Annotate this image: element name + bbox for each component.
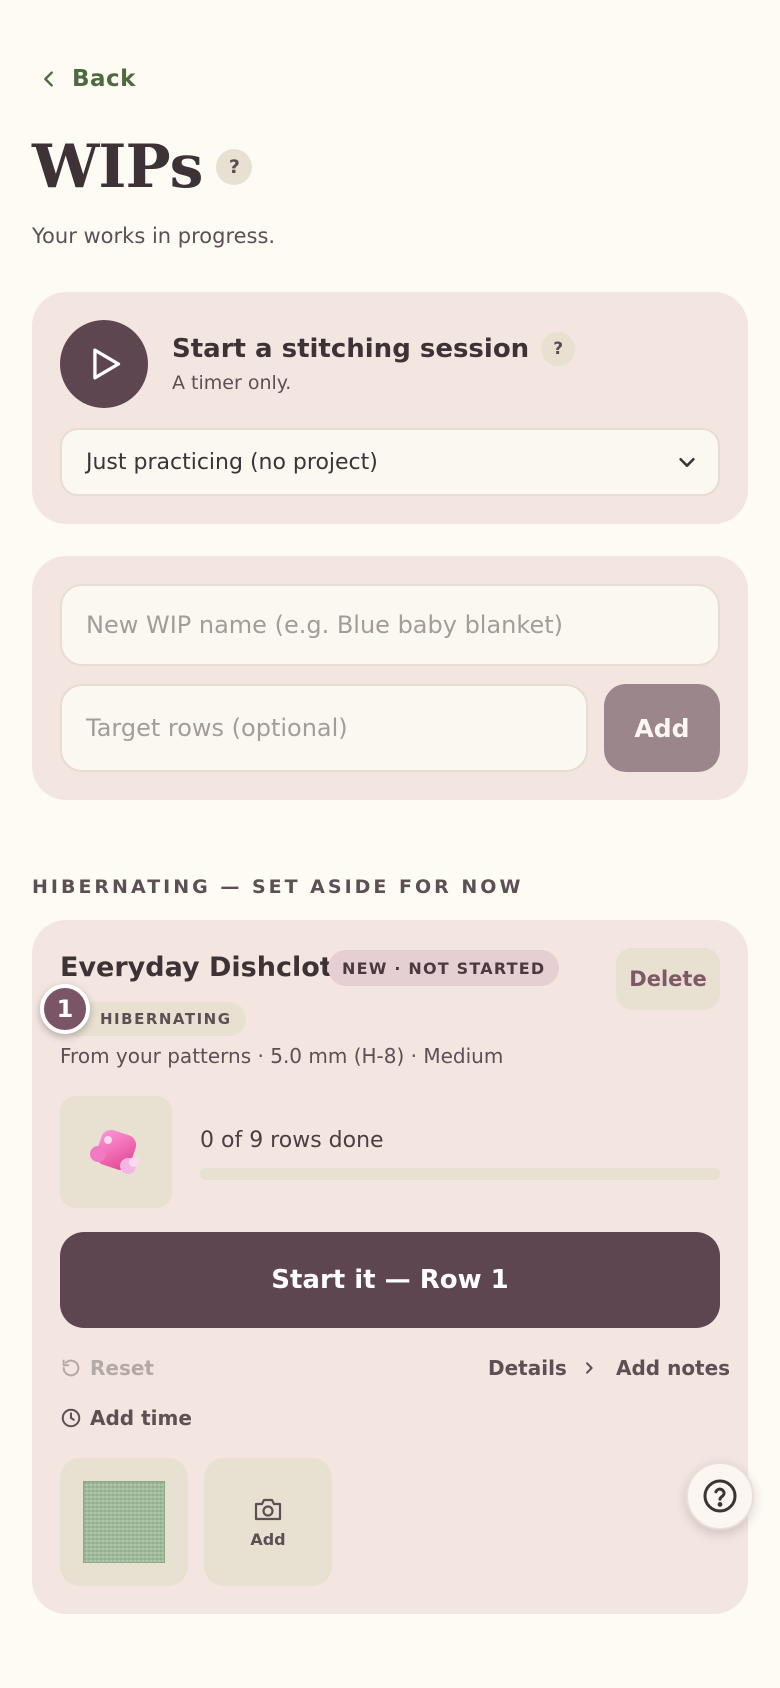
play-icon — [93, 348, 121, 380]
help-button[interactable] — [686, 1462, 754, 1530]
status-badge: NEW · NOT STARTED — [328, 950, 560, 986]
progress-text: 0 of 9 rows done — [200, 1128, 384, 1153]
title-help-badge[interactable]: ? — [216, 149, 253, 185]
add-photo-button[interactable]: Add — [204, 1458, 332, 1586]
chevron-down-icon — [679, 457, 695, 467]
camera-icon — [254, 1498, 282, 1520]
wip-meta: From your patterns · 5.0 mm (H-8) · Medi… — [60, 1044, 504, 1068]
details-label: Details — [488, 1356, 567, 1380]
wip-name-input[interactable]: New WIP name (e.g. Blue baby blanket) — [60, 584, 720, 666]
session-subtitle: A timer only. — [172, 372, 292, 394]
back-label: Back — [72, 66, 136, 92]
reset-icon — [62, 1359, 80, 1377]
details-link[interactable]: Details — [488, 1356, 597, 1380]
yarn-gem-icon — [90, 1129, 139, 1174]
reset-label: Reset — [90, 1356, 154, 1380]
pattern-thumbnail — [60, 1096, 172, 1208]
wip-card: Everyday Dishcloth NEW · NOT STARTED Del… — [32, 920, 748, 1614]
add-photo-label: Add — [250, 1529, 286, 1549]
project-select-value: Just practicing (no project) — [86, 449, 378, 475]
start-row-button[interactable]: Start it — Row 1 — [60, 1232, 720, 1328]
chevron-right-icon — [585, 1362, 593, 1374]
knit-swatch-image — [83, 1481, 165, 1563]
page-subtitle: Your works in progress. — [32, 224, 276, 248]
project-select[interactable]: Just practicing (no project) — [60, 428, 720, 496]
reset-button[interactable]: Reset — [60, 1356, 154, 1380]
delete-button[interactable]: Delete — [616, 948, 720, 1010]
session-title: Start a stitching session — [172, 334, 530, 364]
start-session-button[interactable] — [60, 320, 148, 408]
clock-icon — [61, 1408, 81, 1428]
session-help-badge[interactable]: ? — [541, 332, 576, 366]
page-header: WIPs ? — [32, 132, 253, 202]
chevron-left-icon — [44, 71, 53, 87]
photo-thumbnail[interactable] — [60, 1458, 188, 1586]
step-marker: 1 — [40, 984, 90, 1034]
page-title: WIPs — [32, 132, 203, 202]
section-heading: HIBERNATING — SET ASIDE FOR NOW — [32, 876, 524, 898]
target-rows-input[interactable]: Target rows (optional) — [60, 684, 588, 772]
help-icon — [703, 1479, 737, 1513]
add-notes-button[interactable]: Add notes — [616, 1356, 730, 1380]
target-rows-placeholder: Target rows (optional) — [86, 714, 348, 742]
session-title-row: Start a stitching session ? — [172, 332, 576, 366]
add-time-button[interactable]: Add time — [60, 1406, 192, 1430]
progress-bar — [200, 1168, 720, 1180]
wip-name-placeholder: New WIP name (e.g. Blue baby blanket) — [86, 611, 563, 639]
add-wip-button[interactable]: Add — [604, 684, 720, 772]
new-wip-card: New WIP name (e.g. Blue baby blanket) Ta… — [32, 556, 748, 800]
session-card: Start a stitching session ? A timer only… — [32, 292, 748, 524]
add-time-label: Add time — [90, 1406, 192, 1430]
wip-name: Everyday Dishcloth — [60, 952, 352, 983]
back-button[interactable]: Back — [38, 66, 136, 92]
